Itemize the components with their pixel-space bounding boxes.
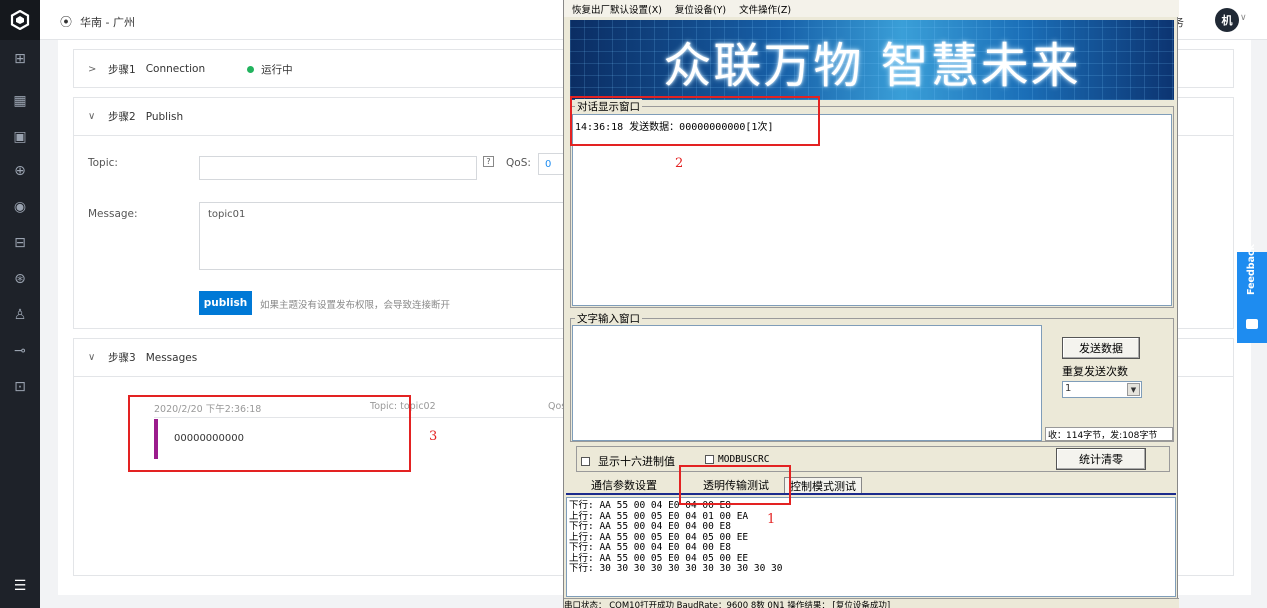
box-icon[interactable]: ⊡	[0, 376, 40, 398]
topic-label: Topic:	[88, 157, 118, 169]
menu-file-ops[interactable]: 文件操作(Z)	[739, 2, 791, 16]
annotation-box-2	[570, 96, 820, 146]
publish-button[interactable]: publish	[199, 291, 252, 315]
tab-control-test[interactable]: 控制模式测试	[784, 477, 862, 493]
view-icon[interactable]: ◉	[0, 196, 40, 218]
dialog-menubar: 恢复出厂默认设置(X) 复位设备(Y) 文件操作(Z)	[564, 0, 1179, 17]
status-dot-icon	[247, 65, 255, 73]
annotation-number-1: 1	[767, 512, 776, 527]
crc-toggle[interactable]: MODBUSCRC	[705, 454, 769, 465]
avatar[interactable]: 机	[1215, 8, 1239, 32]
qos-select[interactable]: 0	[538, 153, 564, 175]
status-bar: 串口状态： COM10打开成功 BaudRate：9600 8数 0N1 操作结…	[564, 598, 1179, 608]
menu-factory-reset[interactable]: 恢复出厂默认设置(X)	[572, 2, 662, 16]
feedback-button[interactable]: Feedback	[1237, 244, 1267, 343]
clear-stats-button[interactable]: 统计清零	[1056, 448, 1146, 470]
crc-checkbox[interactable]	[705, 455, 714, 464]
list-icon[interactable]: ⊕	[0, 160, 40, 182]
menu-reset-device[interactable]: 复位设备(Y)	[675, 2, 726, 16]
qos-label: QoS:	[506, 157, 531, 169]
region-label: 华南 - 广州	[80, 15, 135, 29]
step2-name: Publish	[145, 110, 184, 123]
log-line: 下行: AA 55 00 04 E0 04 00 E8	[569, 542, 731, 553]
repeat-count-value: 1	[1065, 383, 1072, 394]
crc-label: MODBUSCRC	[718, 454, 770, 465]
annotation-number-2: 2	[675, 156, 684, 171]
feedback-label: Feedback	[1246, 244, 1257, 295]
monitor-icon[interactable]: ⊟	[0, 232, 40, 254]
hex-label: 显示十六进制值	[598, 455, 675, 468]
annotation-box-1	[679, 465, 791, 505]
tab-comm-settings[interactable]: 通信参数设置	[574, 477, 674, 493]
message-label: Message:	[88, 208, 138, 220]
topic-input[interactable]	[199, 156, 477, 180]
log-line: 下行: 30 30 30 30 30 30 30 30 30 30 30	[569, 563, 783, 574]
message-textarea[interactable]: topic01	[199, 202, 566, 270]
feedback-icon	[1246, 319, 1258, 329]
hex-toggle[interactable]: 显示十六进制值	[581, 453, 675, 469]
banner-image: 众联万物 智慧未来	[570, 20, 1174, 100]
publish-hint: 如果主题没有设置发布权限，会导致连接断开	[260, 300, 451, 311]
log-lines: 下行: AA 55 00 04 E0 04 00 E8 上行: AA 55 00…	[569, 500, 1173, 575]
grid-icon[interactable]: ▦	[0, 90, 40, 112]
log-line: 下行: AA 55 00 04 E0 04 00 E8	[569, 500, 731, 511]
chevron-down-icon[interactable]: ∨	[1240, 13, 1247, 23]
device-icon[interactable]: ▣	[0, 126, 40, 148]
log-line: 下行: AA 55 00 04 E0 04 00 E8	[569, 521, 731, 532]
text-input-area[interactable]	[572, 325, 1042, 441]
location-icon: ⦿	[60, 15, 73, 29]
chevron-down-icon[interactable]: ∨	[88, 352, 98, 363]
step1-name: Connection	[145, 63, 206, 75]
step3-title: 步骤3	[108, 352, 136, 364]
send-data-button[interactable]: 发送数据	[1062, 337, 1140, 359]
dashboard-icon[interactable]: ⊞	[0, 48, 40, 70]
link-icon[interactable]: ⊸	[0, 340, 40, 362]
byte-counter: 收：114字节，发:108字节	[1045, 427, 1173, 441]
step1-title: 步骤1	[108, 63, 136, 76]
user-icon[interactable]: ♙	[0, 304, 40, 326]
repeat-count-select[interactable]: 1 ▼	[1062, 381, 1142, 398]
dropdown-arrow-icon[interactable]: ▼	[1127, 383, 1140, 396]
menu-collapse-icon[interactable]: ☰	[0, 575, 40, 597]
text-input-title: 文字输入窗口	[575, 311, 642, 326]
logo-icon[interactable]	[0, 0, 40, 40]
log-area[interactable]: 下行: AA 55 00 04 E0 04 00 E8 上行: AA 55 00…	[566, 497, 1176, 597]
step2-title: 步骤2	[108, 111, 136, 123]
chevron-down-icon[interactable]: ∨	[88, 111, 98, 122]
tab-divider	[566, 493, 1176, 495]
step1-status: 运行中	[261, 63, 293, 76]
region-selector[interactable]: ⦿ 华南 - 广州	[60, 13, 135, 30]
sidebar: ⊞ ▦ ▣ ⊕ ◉ ⊟ ⊛ ♙ ⊸ ⊡ ☰	[0, 0, 40, 608]
chevron-right-icon[interactable]: >	[88, 64, 98, 75]
banner-slogan: 众联万物 智慧未来	[663, 38, 1081, 94]
annotation-number-3: 3	[429, 429, 438, 444]
help-icon[interactable]: ?	[483, 156, 494, 167]
text-input-group: 文字输入窗口 发送数据 重复发送次数 1 ▼ 收：114字节，发:108字节	[570, 311, 1174, 442]
plug-icon[interactable]: ⊛	[0, 268, 40, 290]
step3-name: Messages	[145, 351, 198, 364]
hex-checkbox[interactable]	[581, 456, 590, 466]
annotation-box-3	[128, 395, 411, 472]
repeat-count-label: 重复发送次数	[1062, 365, 1128, 378]
serial-tool-window: 恢复出厂默认设置(X) 复位设备(Y) 文件操作(Z) 众联万物 智慧未来 对话…	[563, 0, 1179, 608]
options-row: 显示十六进制值 MODBUSCRC 统计清零	[576, 446, 1170, 472]
